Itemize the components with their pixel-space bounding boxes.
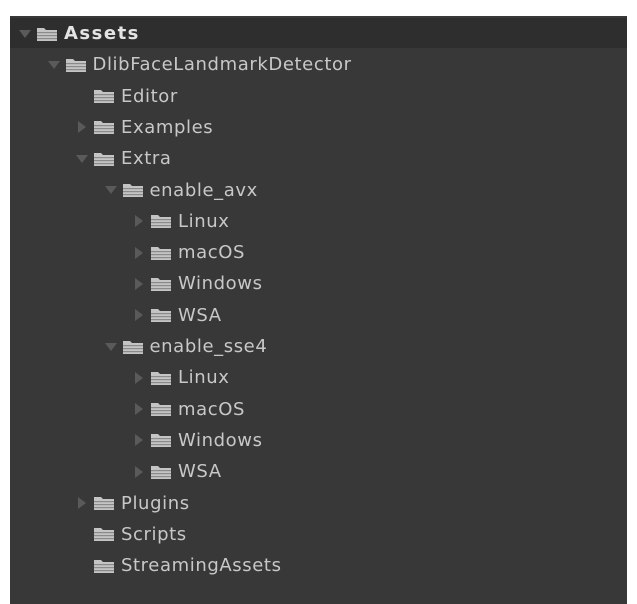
folder-icon (150, 307, 172, 323)
folder-label: macOS (178, 398, 246, 420)
project-panel: Assets DlibFaceLandmarkDetector Editor Exam… (10, 16, 627, 604)
folder-icon (93, 88, 115, 104)
collapse-arrow-icon[interactable] (132, 214, 146, 228)
folder-icon (36, 26, 58, 42)
collapse-arrow-icon[interactable] (132, 246, 146, 260)
tree-row-scripts[interactable]: Scripts (10, 519, 627, 550)
folder-label: Linux (178, 367, 230, 389)
arrow-spacer (75, 559, 89, 573)
collapse-arrow-icon[interactable] (75, 120, 89, 134)
collapse-arrow-icon[interactable] (132, 402, 146, 416)
tree-row-macos[interactable]: macOS (10, 394, 627, 425)
folder-icon (150, 401, 172, 417)
tree-row-linux[interactable]: Linux (10, 362, 627, 393)
folder-label: WSA (178, 304, 222, 326)
tree-row-editor[interactable]: Editor (10, 81, 627, 112)
folder-label: DlibFaceLandmarkDetector (92, 54, 352, 76)
tree-row-windows[interactable]: Windows (10, 268, 627, 299)
folder-label: macOS (178, 242, 246, 264)
folder-label: Scripts (121, 523, 187, 545)
collapse-arrow-icon[interactable] (75, 496, 89, 510)
folder-label: Windows (178, 273, 263, 295)
tree-row-plugins[interactable]: Plugins (10, 488, 627, 519)
folder-label: Windows (178, 429, 263, 451)
tree-row-linux[interactable]: Linux (10, 206, 627, 237)
folder-icon (93, 526, 115, 542)
folder-icon (93, 151, 115, 167)
arrow-spacer (75, 527, 89, 541)
tree-row-enable-sse4[interactable]: enable_sse4 (10, 331, 627, 362)
folder-icon (150, 245, 172, 261)
tree-row-extra[interactable]: Extra (10, 143, 627, 174)
tree-row-streamingassets[interactable]: StreamingAssets (10, 550, 627, 581)
collapse-arrow-icon[interactable] (132, 465, 146, 479)
expand-arrow-icon[interactable] (104, 340, 118, 354)
folder-label: enable_avx (149, 179, 258, 201)
folder-icon (93, 495, 115, 511)
folder-icon (150, 276, 172, 292)
folder-icon (93, 119, 115, 135)
arrow-spacer (75, 89, 89, 103)
tree-row-macos[interactable]: macOS (10, 237, 627, 268)
folder-label: Linux (178, 210, 230, 232)
expand-arrow-icon[interactable] (47, 58, 61, 72)
tree-row-examples[interactable]: Examples (10, 112, 627, 143)
tree-row-windows[interactable]: Windows (10, 425, 627, 456)
folder-label: Examples (121, 116, 214, 138)
expand-arrow-icon[interactable] (18, 27, 32, 41)
folder-label: WSA (178, 461, 222, 483)
tree-row-wsa[interactable]: WSA (10, 456, 627, 487)
folder-icon (150, 464, 172, 480)
folder-icon (150, 370, 172, 386)
collapse-arrow-icon[interactable] (132, 277, 146, 291)
folder-icon (122, 339, 144, 355)
folder-icon (65, 57, 87, 73)
expand-arrow-icon[interactable] (104, 183, 118, 197)
expand-arrow-icon[interactable] (75, 152, 89, 166)
collapse-arrow-icon[interactable] (132, 308, 146, 322)
folder-icon (150, 432, 172, 448)
folder-label: Plugins (121, 492, 190, 514)
folder-label: StreamingAssets (121, 555, 282, 577)
folder-label: Assets (64, 23, 140, 44)
collapse-arrow-icon[interactable] (132, 371, 146, 385)
folder-icon (122, 182, 144, 198)
folder-icon (150, 213, 172, 229)
tree-row-wsa[interactable]: WSA (10, 300, 627, 331)
folder-icon (93, 558, 115, 574)
folder-label: Extra (121, 148, 172, 170)
tree-row-dlibfacelandmarkdetector[interactable]: DlibFaceLandmarkDetector (10, 49, 627, 80)
folder-label: Editor (121, 85, 178, 107)
tree-row-assets[interactable]: Assets (10, 18, 627, 49)
collapse-arrow-icon[interactable] (132, 433, 146, 447)
tree-row-enable-avx[interactable]: enable_avx (10, 175, 627, 206)
folder-label: enable_sse4 (149, 336, 268, 357)
